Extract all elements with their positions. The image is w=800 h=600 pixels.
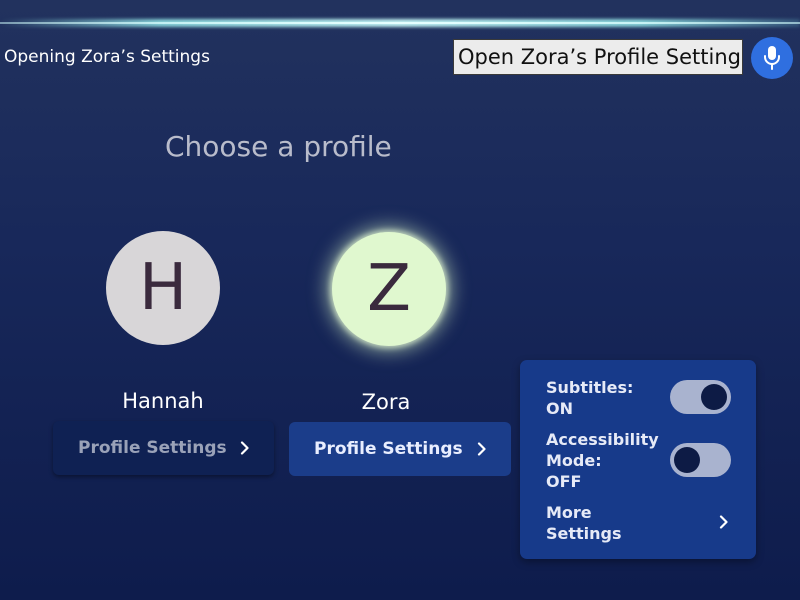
accessibility-mode-toggle[interactable]	[670, 443, 731, 477]
profile-settings-button-hannah[interactable]: Profile Settings	[53, 421, 274, 475]
accessibility-mode-label: Accessibility Mode: OFF	[546, 429, 659, 492]
profile-avatar-zora[interactable]: Z	[332, 232, 446, 346]
chevron-right-icon	[238, 441, 252, 455]
profile-settings-label: Profile Settings	[314, 439, 463, 459]
accessibility-label-line2: Mode:	[546, 451, 602, 470]
more-settings-line2: Settings	[546, 524, 622, 543]
more-settings-line1: More	[546, 503, 592, 522]
voice-query-field: Open Zora’s Profile Settings	[453, 39, 743, 75]
profile-settings-popup: Subtitles: ON Accessibility Mode: OFF Mo…	[520, 360, 756, 559]
microphone-icon	[764, 46, 780, 70]
profile-settings-button-zora[interactable]: Profile Settings	[289, 422, 511, 476]
profile-avatar-hannah[interactable]: H	[106, 231, 220, 345]
profile-name-zora: Zora	[361, 390, 411, 414]
voice-status-text: Opening Zora’s Settings	[4, 47, 210, 67]
chevron-right-icon	[475, 442, 489, 456]
subtitles-label-line2: ON	[546, 399, 573, 418]
subtitles-label: Subtitles: ON	[546, 377, 633, 419]
toggle-knob	[701, 384, 727, 410]
profile-settings-label: Profile Settings	[78, 438, 227, 458]
more-settings-link[interactable]: More Settings	[546, 502, 622, 544]
profile-name-hannah: Hannah	[122, 389, 204, 413]
chevron-right-icon[interactable]	[717, 515, 731, 529]
accessibility-label-line3: OFF	[546, 472, 582, 491]
microphone-button[interactable]	[751, 37, 793, 79]
accessibility-label-line1: Accessibility	[546, 430, 659, 449]
toggle-knob	[674, 447, 700, 473]
subtitles-label-line1: Subtitles:	[546, 378, 634, 397]
avatar-initial: Z	[367, 252, 411, 326]
top-glow-line	[0, 22, 800, 24]
page-title: Choose a profile	[165, 130, 392, 163]
subtitles-toggle[interactable]	[670, 380, 731, 414]
avatar-initial: H	[138, 251, 188, 325]
